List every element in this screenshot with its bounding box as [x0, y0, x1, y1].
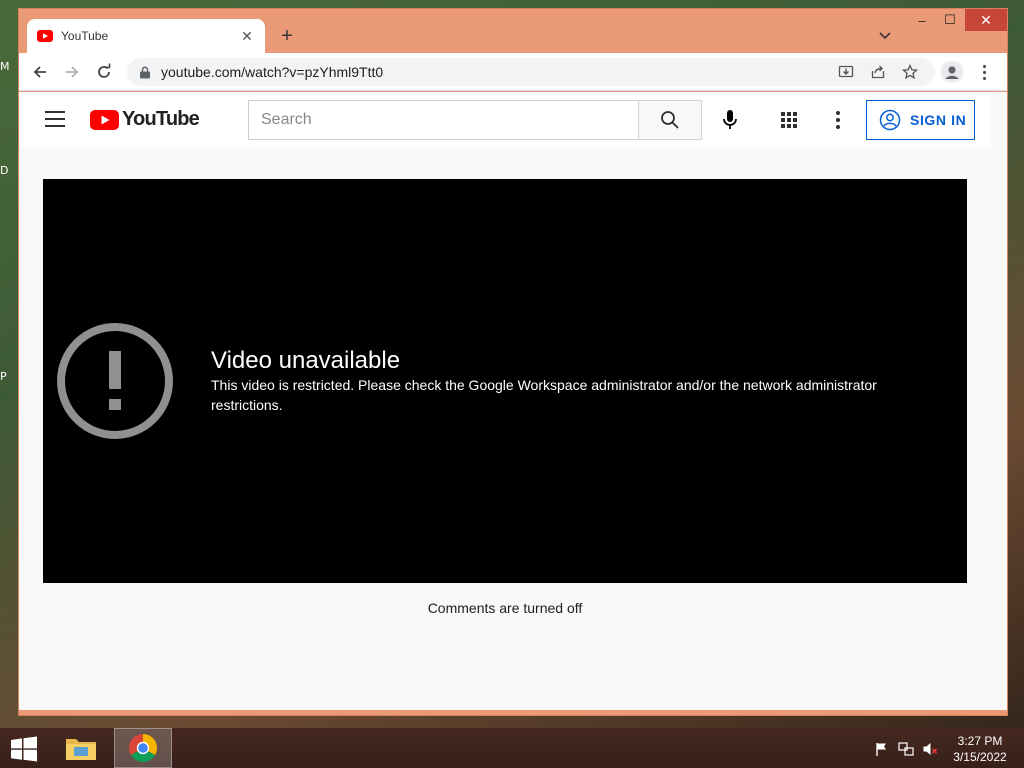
install-app-icon[interactable] [837, 63, 855, 81]
new-tab-button[interactable]: + [277, 25, 297, 47]
sign-in-label: SIGN IN [910, 112, 967, 128]
share-icon[interactable] [869, 63, 887, 81]
error-title: Video unavailable [211, 347, 401, 374]
lock-icon[interactable] [139, 66, 151, 79]
browser-window: YouTube ✕ + – ☐ ✕ youtube.com/watch?v=pz… [18, 8, 1008, 716]
windows-taskbar: 3:27 PM 3/15/2022 [0, 728, 1024, 768]
browser-menu-icon[interactable] [977, 61, 991, 83]
clock-time: 3:27 PM [957, 734, 1003, 748]
reload-icon[interactable] [93, 61, 115, 83]
taskbar-file-explorer[interactable] [52, 728, 110, 768]
comments-status: Comments are turned off [427, 600, 583, 616]
microphone-icon [723, 110, 737, 129]
browser-titlebar: YouTube ✕ + – ☐ ✕ [19, 9, 1007, 53]
taskbar-chrome[interactable] [114, 728, 172, 768]
forward-arrow-icon[interactable] [61, 61, 83, 83]
tab-title: YouTube [61, 29, 109, 43]
desktop-icon-label-m: M [0, 60, 10, 73]
youtube-logo[interactable]: YouTube [90, 108, 200, 131]
youtube-masthead: YouTube Search SIGN IN [19, 92, 991, 148]
error-message: This video is restricted. Please check t… [211, 377, 877, 413]
search-icon [661, 111, 679, 129]
network-icon[interactable] [898, 741, 914, 757]
window-maximize-button[interactable]: ☐ [937, 9, 963, 31]
desktop-icon-label-p: P [0, 370, 7, 383]
tab-close-icon[interactable]: ✕ [239, 28, 255, 45]
desktop-icon-label-d: D [0, 164, 9, 177]
address-bar[interactable]: youtube.com/watch?v=pzYhml9Ttt0 [127, 58, 935, 86]
browser-tab-youtube[interactable]: YouTube ✕ [27, 19, 265, 53]
youtube-favicon-icon [37, 30, 53, 42]
bookmark-star-icon[interactable] [901, 63, 919, 81]
voice-search-button[interactable] [718, 106, 742, 134]
clock-date: 3/15/2022 [953, 750, 1007, 764]
browser-toolbar: youtube.com/watch?v=pzYhml9Ttt0 [19, 53, 1007, 91]
youtube-apps-grid-icon[interactable] [779, 110, 799, 130]
settings-more-icon[interactable] [833, 110, 843, 130]
window-minimize-button[interactable]: – [909, 9, 935, 31]
taskbar-clock[interactable]: 3:27 PM 3/15/2022 [944, 733, 1016, 765]
search-button[interactable] [638, 100, 702, 140]
alert-exclamation-icon [55, 321, 175, 441]
account-circle-icon [879, 109, 901, 131]
video-player[interactable]: Video unavailable This video is restrict… [43, 179, 967, 583]
back-arrow-icon[interactable] [29, 61, 51, 83]
profile-avatar-icon[interactable] [941, 61, 963, 83]
folder-icon [66, 739, 96, 760]
youtube-play-logo-icon [90, 109, 119, 130]
sign-in-button[interactable]: SIGN IN [866, 100, 975, 140]
tab-search-chevron-icon[interactable] [877, 27, 893, 43]
chrome-icon [129, 734, 157, 762]
windows-start-icon[interactable] [10, 736, 38, 762]
page-viewport: YouTube Search SIGN IN Video unavailable… [19, 92, 1007, 710]
search-input[interactable]: Search [248, 100, 639, 140]
search-placeholder: Search [261, 111, 312, 128]
window-close-button[interactable]: ✕ [965, 9, 1007, 31]
hamburger-menu-icon[interactable] [45, 111, 65, 127]
volume-muted-icon[interactable] [922, 741, 938, 757]
action-center-flag-icon[interactable] [874, 741, 890, 757]
address-url[interactable]: youtube.com/watch?v=pzYhml9Ttt0 [161, 64, 383, 80]
youtube-logo-text: YouTube [122, 108, 200, 130]
